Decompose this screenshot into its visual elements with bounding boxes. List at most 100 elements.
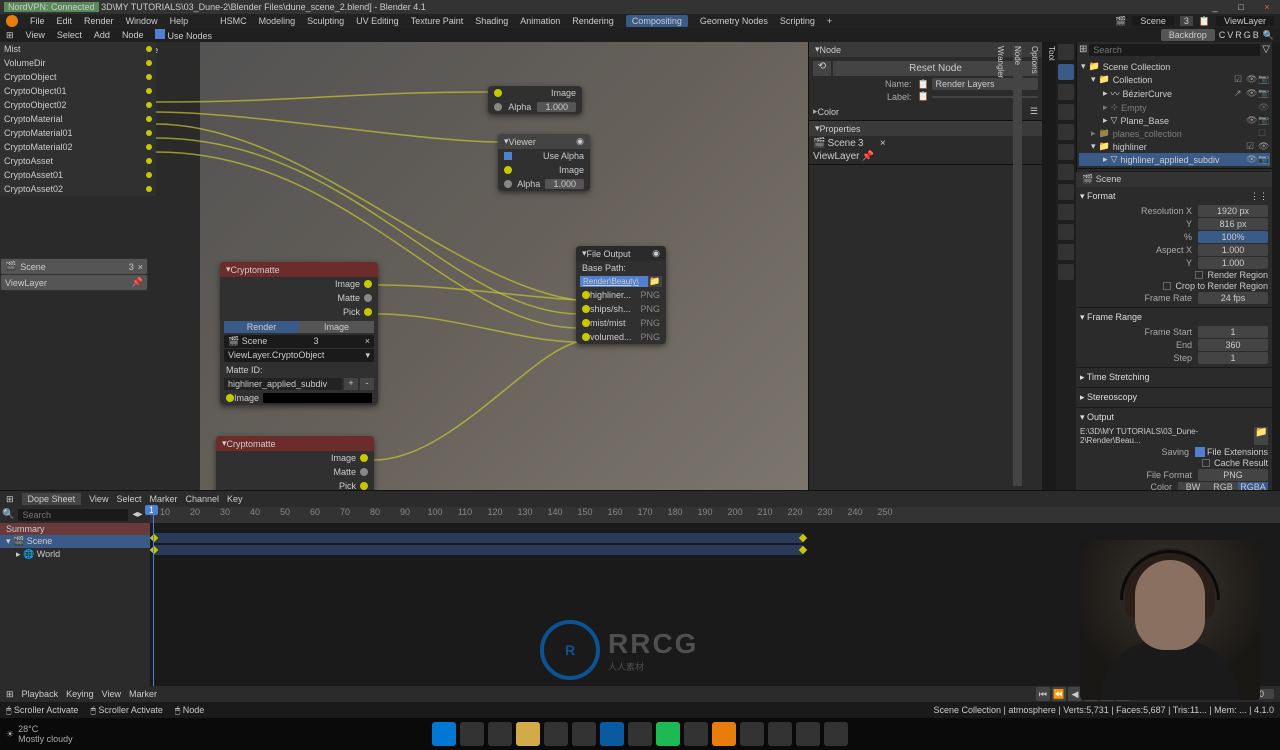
explorer-icon[interactable] — [516, 722, 540, 746]
node-label-input[interactable] — [932, 96, 1039, 98]
reset-node-button[interactable]: Reset Node — [833, 61, 1038, 76]
menu-node[interactable]: Node — [122, 30, 144, 40]
filter-icon[interactable]: ▽ — [1262, 44, 1270, 56]
menu-help[interactable]: Help — [170, 16, 189, 26]
weather-widget[interactable]: ☀ 28°CMostly cloudy — [6, 724, 73, 744]
base-path-input[interactable]: Render\Beauty\ — [580, 276, 648, 287]
prev-key-icon[interactable]: ⏪ — [1052, 687, 1066, 701]
app-icon-1[interactable] — [544, 722, 568, 746]
folder-browse-icon[interactable]: 📁 — [1254, 427, 1268, 445]
outliner-empty[interactable]: ▸⊹Empty👁 — [1079, 101, 1270, 114]
prop-physics[interactable] — [1058, 184, 1074, 200]
cryptomatte-node-1[interactable]: ▾ Cryptomatte Image Matte Pick Render Im… — [220, 262, 378, 405]
node-editor[interactable]: ◂Scene▸Compositing Nodetree Mist VolumeD… — [0, 42, 808, 490]
frame-start-input[interactable]: 1 — [1198, 326, 1268, 338]
outliner-type-icon[interactable]: ⊞ — [1079, 44, 1087, 56]
menu-view[interactable]: View — [26, 30, 45, 40]
tab-compositing[interactable]: Compositing — [626, 15, 688, 27]
res-y-input[interactable]: 816 px — [1198, 218, 1268, 230]
editor-type-icon[interactable]: ⊞ — [6, 30, 14, 41]
aspect-x-input[interactable]: 1.000 — [1198, 244, 1268, 256]
tab-tool[interactable]: Tool — [1047, 46, 1056, 486]
spotify-icon[interactable] — [656, 722, 680, 746]
prop-scene[interactable] — [1058, 104, 1074, 120]
prop-texture[interactable] — [1058, 264, 1074, 280]
channel-icons[interactable]: CVRGB — [1219, 30, 1259, 40]
tab-texpaint[interactable]: Texture Paint — [411, 16, 464, 26]
window-close[interactable]: × — [1258, 2, 1276, 12]
tab-uv[interactable]: UV Editing — [356, 16, 399, 26]
tab-scripting[interactable]: Scripting — [780, 16, 815, 26]
folder-icon[interactable]: 📁 — [648, 276, 662, 287]
chrome-icon[interactable] — [628, 722, 652, 746]
render-layers-node[interactable]: Mist VolumeDir CryptoObject CryptoObject… — [0, 42, 156, 196]
start-icon[interactable] — [432, 722, 456, 746]
render-region-check[interactable] — [1195, 271, 1203, 279]
jump-start-icon[interactable]: ⏮ — [1036, 687, 1050, 701]
app-icon-2[interactable] — [572, 722, 596, 746]
zoom-icon[interactable]: 🔍 — [1263, 30, 1274, 41]
tab-shading[interactable]: Shading — [475, 16, 508, 26]
menu-render[interactable]: Render — [84, 16, 114, 26]
prop-constraint[interactable] — [1058, 204, 1074, 220]
outliner-collection[interactable]: ▾📁Collection☑👁📷 — [1079, 73, 1270, 86]
window-minimize[interactable]: _ — [1206, 2, 1224, 12]
tab-modeling[interactable]: Modeling — [259, 16, 296, 26]
prop-output[interactable] — [1058, 64, 1074, 80]
composite-node[interactable]: Image Alpha1.000 — [488, 86, 582, 114]
menu-file[interactable]: File — [30, 16, 45, 26]
tab-geonodes[interactable]: Geometry Nodes — [700, 16, 768, 26]
tab-sculpting[interactable]: Sculpting — [307, 16, 344, 26]
outliner-search-input[interactable] — [1089, 44, 1260, 56]
tab-options[interactable]: Options — [1030, 46, 1039, 486]
menu-select[interactable]: Select — [57, 30, 82, 40]
prop-object[interactable] — [1058, 144, 1074, 160]
scene-selector[interactable]: Scene — [1132, 16, 1174, 26]
frame-step-input[interactable]: 1 — [1198, 352, 1268, 364]
viewer-node[interactable]: ▾ Viewer◉ Use Alpha Image Alpha1.000 — [498, 134, 590, 191]
frame-end-input[interactable]: 360 — [1198, 339, 1268, 351]
use-nodes-checkbox[interactable] — [155, 29, 165, 39]
prop-data[interactable] — [1058, 224, 1074, 240]
search-icon[interactable] — [460, 722, 484, 746]
menu-add[interactable]: Add — [94, 30, 110, 40]
app-icon-8[interactable] — [824, 722, 848, 746]
res-pct-input[interactable]: 100% — [1198, 231, 1268, 243]
app-icon-7[interactable] — [796, 722, 820, 746]
dope-type-icon[interactable]: ⊞ — [6, 494, 14, 505]
matte-remove[interactable]: - — [360, 378, 374, 390]
matte-id-input[interactable]: highliner_applied_subdiv — [224, 378, 342, 390]
tab-node-side[interactable]: Node — [1013, 46, 1022, 486]
prop-render[interactable] — [1058, 44, 1074, 60]
timeline-type-icon[interactable]: ⊞ — [6, 689, 14, 700]
outliner-root[interactable]: ▾📁Scene Collection — [1079, 60, 1270, 73]
outliner-plane[interactable]: ▸▽Plane_Base👁📷 — [1079, 114, 1270, 127]
app-icon-3[interactable] — [600, 722, 624, 746]
tab-hsmc[interactable]: HSMC — [220, 16, 247, 26]
framerate-input[interactable]: 24 fps — [1198, 292, 1268, 304]
file-format-select[interactable]: PNG — [1198, 469, 1268, 481]
output-path-input[interactable]: E:\3D\MY TUTORIALS\03_Dune-2\Render\Beau… — [1080, 427, 1252, 445]
app-icon-4[interactable] — [684, 722, 708, 746]
prop-material[interactable] — [1058, 244, 1074, 260]
aspect-y-input[interactable]: 1.000 — [1198, 257, 1268, 269]
current-frame-badge[interactable]: 1 — [145, 505, 158, 515]
dope-summary[interactable]: Summary — [0, 523, 150, 535]
outliner-highliner[interactable]: ▾📁highliner☑👁 — [1079, 140, 1270, 153]
dope-mode[interactable]: Dope Sheet — [22, 493, 82, 505]
outliner-bezier[interactable]: ▸〰BézierCurve↗👁📷 — [1079, 86, 1270, 101]
outliner-highliner-mesh[interactable]: ▸▽highliner_applied_subdiv👁📷 — [1079, 153, 1270, 166]
node-name-input[interactable]: Render Layers — [932, 78, 1039, 90]
file-output-node[interactable]: ▾ File Output◉ Base Path: Render\Beauty\… — [576, 246, 666, 344]
blender-task-icon[interactable] — [712, 722, 736, 746]
outliner-planes-coll[interactable]: ▸📁planes_collection☐ — [1079, 127, 1270, 140]
window-maximize[interactable]: □ — [1232, 2, 1250, 12]
prop-viewlayer[interactable] — [1058, 84, 1074, 100]
render-layers-scene-box[interactable]: 🎬Scene3× ViewLayer📌 — [0, 258, 148, 291]
dope-world[interactable]: ▸ 🌐 World — [0, 548, 150, 561]
menu-edit[interactable]: Edit — [57, 16, 73, 26]
crypto-render-tab[interactable]: Render — [224, 321, 299, 333]
matte-add[interactable]: + — [344, 378, 358, 390]
prop-world[interactable] — [1058, 124, 1074, 140]
prop-modifier[interactable] — [1058, 164, 1074, 180]
